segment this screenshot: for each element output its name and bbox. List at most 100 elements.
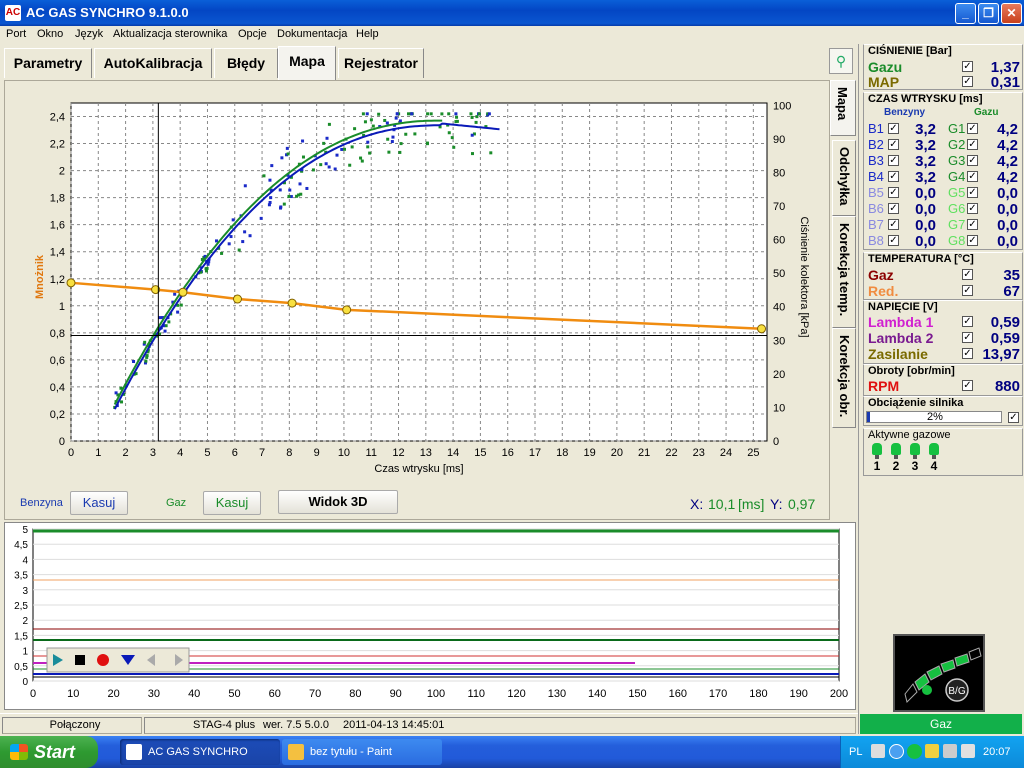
- menu-help[interactable]: Help: [356, 28, 379, 40]
- tray-volume-icon[interactable]: [961, 744, 975, 758]
- benzyna-injector-check[interactable]: ✓: [888, 187, 899, 198]
- gas-switch-panel[interactable]: B/G: [893, 634, 985, 712]
- scatter-point: [248, 234, 252, 238]
- recorder-y-tick: 4,5: [14, 540, 28, 551]
- multiplier-point[interactable]: [342, 305, 352, 315]
- vtab-korekcja-temp[interactable]: Korekcja temp.: [832, 216, 856, 328]
- minimize-button[interactable]: _: [955, 3, 976, 24]
- x-tick-label: 18: [556, 447, 568, 459]
- stop-icon[interactable]: [75, 655, 85, 665]
- menu-aktualizacja[interactable]: Aktualizacja sterownika: [113, 28, 227, 40]
- rpm-check[interactable]: ✓: [962, 380, 973, 391]
- tab-rejestrator[interactable]: Rejestrator: [338, 48, 424, 78]
- widok-3d-button[interactable]: Widok 3D: [278, 490, 398, 514]
- y-left-tick-label: 2: [59, 166, 65, 178]
- map-pressure-check[interactable]: ✓: [962, 76, 973, 87]
- gaz-injector-check[interactable]: ✓: [967, 235, 978, 246]
- vtab-korekcja-obr[interactable]: Korekcja obr.: [832, 328, 856, 428]
- scatter-point: [241, 240, 245, 244]
- menu-jezyk[interactable]: Język: [75, 28, 103, 40]
- tray-green-icon[interactable]: [907, 744, 922, 759]
- gaz-injector-check[interactable]: ✓: [967, 139, 978, 150]
- tab-autokalibracja[interactable]: AutoKalibracja: [94, 48, 212, 78]
- multiplier-point[interactable]: [66, 278, 76, 288]
- start-button[interactable]: Start: [0, 736, 98, 768]
- menu-okno[interactable]: Okno: [37, 28, 63, 40]
- lambda2-label: Lambda 2: [868, 330, 934, 346]
- start-label: Start: [34, 742, 76, 762]
- menu-opcje[interactable]: Opcje: [238, 28, 267, 40]
- tab-mapa[interactable]: Mapa: [278, 46, 336, 80]
- gaz-kasuj-button[interactable]: Kasuj: [203, 491, 261, 515]
- load-check[interactable]: ✓: [1008, 412, 1019, 423]
- multiplier-point[interactable]: [287, 298, 297, 308]
- benzyna-injector-check[interactable]: ✓: [888, 219, 899, 230]
- taskbar-item-paint[interactable]: bez tytułu - Paint: [282, 739, 442, 765]
- scatter-point: [327, 122, 331, 126]
- lambda1-check[interactable]: ✓: [962, 316, 973, 327]
- multiplier-point[interactable]: [757, 324, 767, 334]
- taskbar-item-acgas[interactable]: AC GAS SYNCHRO: [120, 739, 280, 765]
- recorder-y-tick: 4: [22, 555, 28, 566]
- gaz-injector-value: 0,0: [997, 201, 1018, 218]
- gaz-injector-check[interactable]: ✓: [967, 123, 978, 134]
- menu-dokumentacja[interactable]: Dokumentacja: [277, 28, 347, 40]
- tray-shield-icon[interactable]: [925, 744, 939, 758]
- map-chart[interactable]: 0 1 2 3 4 5 6 7 8 9 10 11 12 13 14 15 16 17 18 19 20 21 22 23 24…: [5, 81, 831, 486]
- benzyna-injector-label: B4: [868, 169, 884, 184]
- tray-network-icon[interactable]: [943, 744, 957, 758]
- gaz-injector-check[interactable]: ✓: [967, 187, 978, 198]
- vtab-mapa[interactable]: Mapa: [830, 80, 856, 136]
- scatter-point: [176, 310, 180, 314]
- injector-nozzle-icon: [872, 443, 882, 455]
- scatter-point: [327, 165, 331, 169]
- pin-icon[interactable]: ⚲: [829, 48, 853, 74]
- benzyna-injector-check[interactable]: ✓: [888, 235, 899, 246]
- benzyna-kasuj-button[interactable]: Kasuj: [70, 491, 128, 515]
- rpm-label: RPM: [868, 378, 900, 394]
- scatter-point: [282, 202, 286, 206]
- recorder-x-tick: 170: [709, 688, 727, 700]
- injector-number: 4: [930, 459, 938, 473]
- scatter-point: [390, 140, 394, 144]
- switch-label: B/G: [948, 686, 965, 697]
- lambda2-check[interactable]: ✓: [962, 332, 973, 343]
- gaz-injector-label: G6: [948, 201, 966, 216]
- active-injectors-title: Aktywne gazowe: [868, 429, 951, 441]
- tray-arrow-icon[interactable]: [889, 744, 904, 759]
- benzyna-injector-check[interactable]: ✓: [888, 171, 899, 182]
- tab-bledy[interactable]: Błędy: [214, 48, 278, 78]
- zasilanie-check[interactable]: ✓: [962, 348, 973, 359]
- gaz-injector-value: 4,2: [997, 169, 1018, 186]
- recorder-chart[interactable]: 00,511,522,533,544,550 10 20 30 40 50 60 70 80 90…: [5, 523, 855, 709]
- multiplier-point[interactable]: [178, 287, 188, 297]
- tab-parametry[interactable]: Parametry: [4, 48, 92, 78]
- gaz-injector-check[interactable]: ✓: [967, 155, 978, 166]
- benzyna-injector-check[interactable]: ✓: [888, 155, 899, 166]
- multiplier-point[interactable]: [232, 294, 242, 304]
- y-right-tick-label: 90: [773, 134, 785, 146]
- vtab-odchylka[interactable]: Odchyłka: [832, 140, 856, 216]
- scatter-point: [395, 112, 399, 116]
- language-indicator[interactable]: PL: [849, 746, 862, 758]
- gaz-injector-check[interactable]: ✓: [967, 171, 978, 182]
- scatter-point: [477, 112, 481, 116]
- gaz-injector-check[interactable]: ✓: [967, 203, 978, 214]
- switch-level-icon: [904, 647, 982, 703]
- y-left-label: Mnożnik: [34, 254, 46, 299]
- benzyna-injector-check[interactable]: ✓: [888, 123, 899, 134]
- maximize-button[interactable]: ❐: [978, 3, 999, 24]
- record-icon[interactable]: [97, 654, 109, 666]
- menu-port[interactable]: Port: [6, 28, 26, 40]
- benzyna-injector-check[interactable]: ✓: [888, 139, 899, 150]
- red-temp-check[interactable]: ✓: [962, 285, 973, 296]
- tray-keyboard-icon[interactable]: [871, 744, 885, 758]
- benzyna-injector-check[interactable]: ✓: [888, 203, 899, 214]
- gaz-injector-check[interactable]: ✓: [967, 219, 978, 230]
- close-button[interactable]: ✕: [1001, 3, 1022, 24]
- recorder-y-tick: 0,5: [14, 662, 28, 673]
- map-pressure-label: MAP: [868, 74, 900, 90]
- scatter-point: [231, 218, 235, 222]
- gaz-pressure-check[interactable]: ✓: [962, 61, 973, 72]
- gaz-temp-check[interactable]: ✓: [962, 269, 973, 280]
